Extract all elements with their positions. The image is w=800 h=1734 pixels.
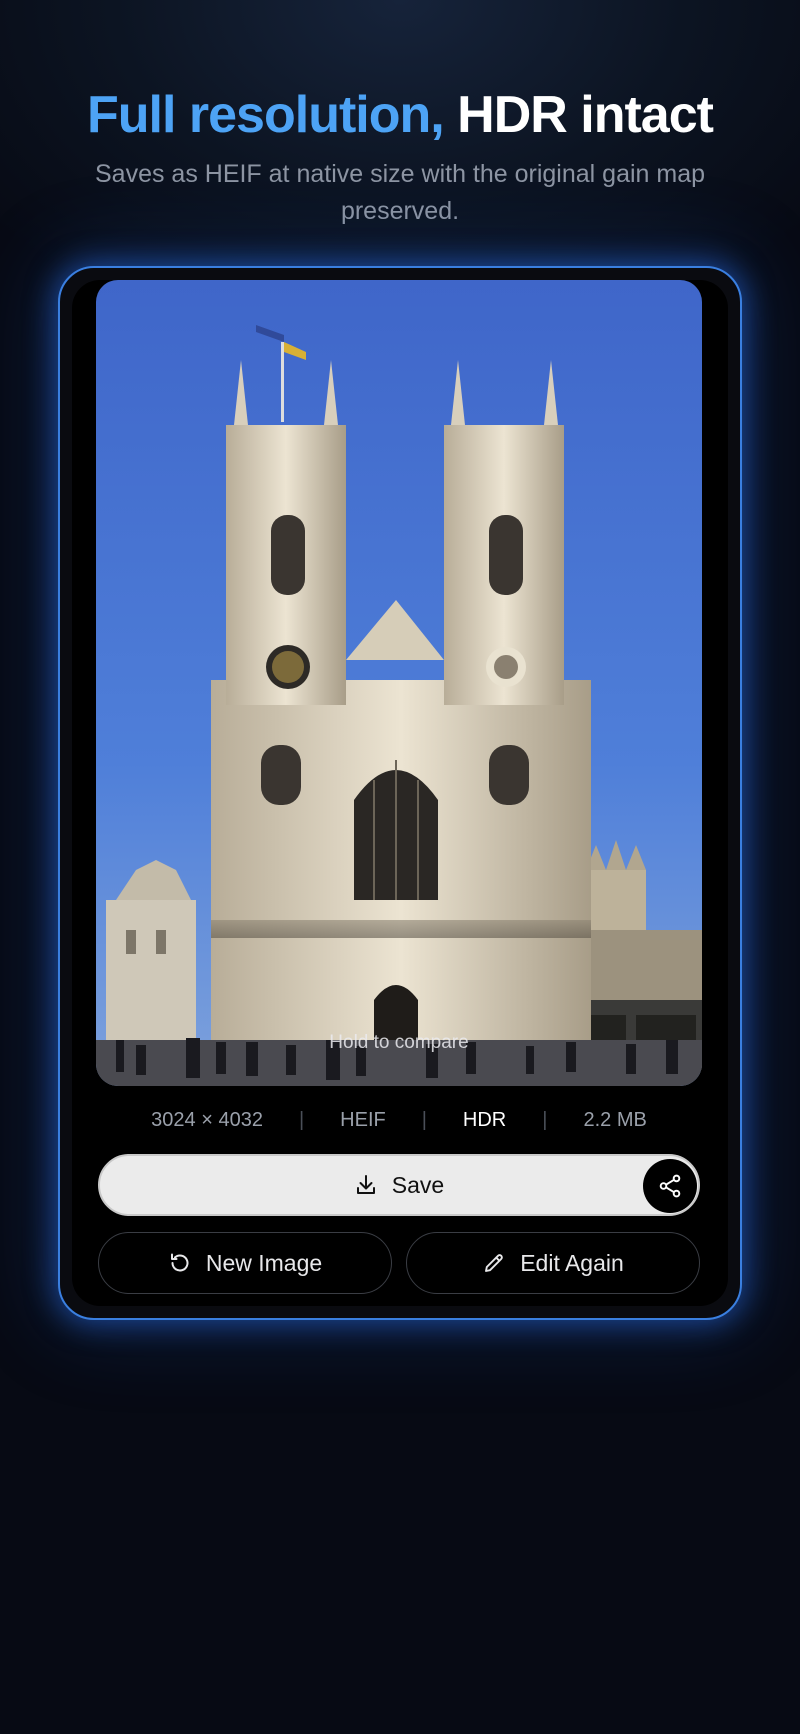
pencil-icon [485,1254,503,1272]
new-image-label: New Image [205,1249,323,1276]
dimensions-label: 3024 × 4032 [151,1108,263,1131]
file-size-label: 2.2 MB [583,1108,647,1131]
hold-to-compare-hint: Hold to compare [329,1032,469,1053]
header: Full resolution, HDR intact Saves as HEI… [0,80,800,230]
share-button[interactable] [643,1159,697,1213]
refresh-icon [170,1253,189,1272]
page-subtitle: Saves as HEIF at native size with the or… [94,160,706,225]
format-label: HEIF [340,1108,386,1131]
share-icon [659,1174,681,1198]
save-label: Save [391,1171,445,1198]
file-info-row: 3024 × 4032 | HEIF | HDR | 2.2 MB [96,1100,702,1140]
new-image-button[interactable]: New Image [98,1232,392,1294]
abbey-photo-illustration [96,280,702,1086]
separator: | [421,1108,427,1131]
title-accent: Full resolution, [87,86,445,144]
separator: | [298,1108,305,1131]
download-icon [356,1175,375,1194]
page-title: Full resolution, HDR intact [0,80,800,150]
hdr-badge: HDR [462,1108,507,1131]
save-button[interactable]: Save [98,1154,700,1216]
result-photo[interactable]: Hold to compare [96,280,702,1086]
separator: | [542,1108,548,1131]
title-rest: HDR intact [443,86,714,144]
edit-again-button[interactable]: Edit Again [406,1232,700,1294]
edit-again-label: Edit Again [520,1249,624,1276]
